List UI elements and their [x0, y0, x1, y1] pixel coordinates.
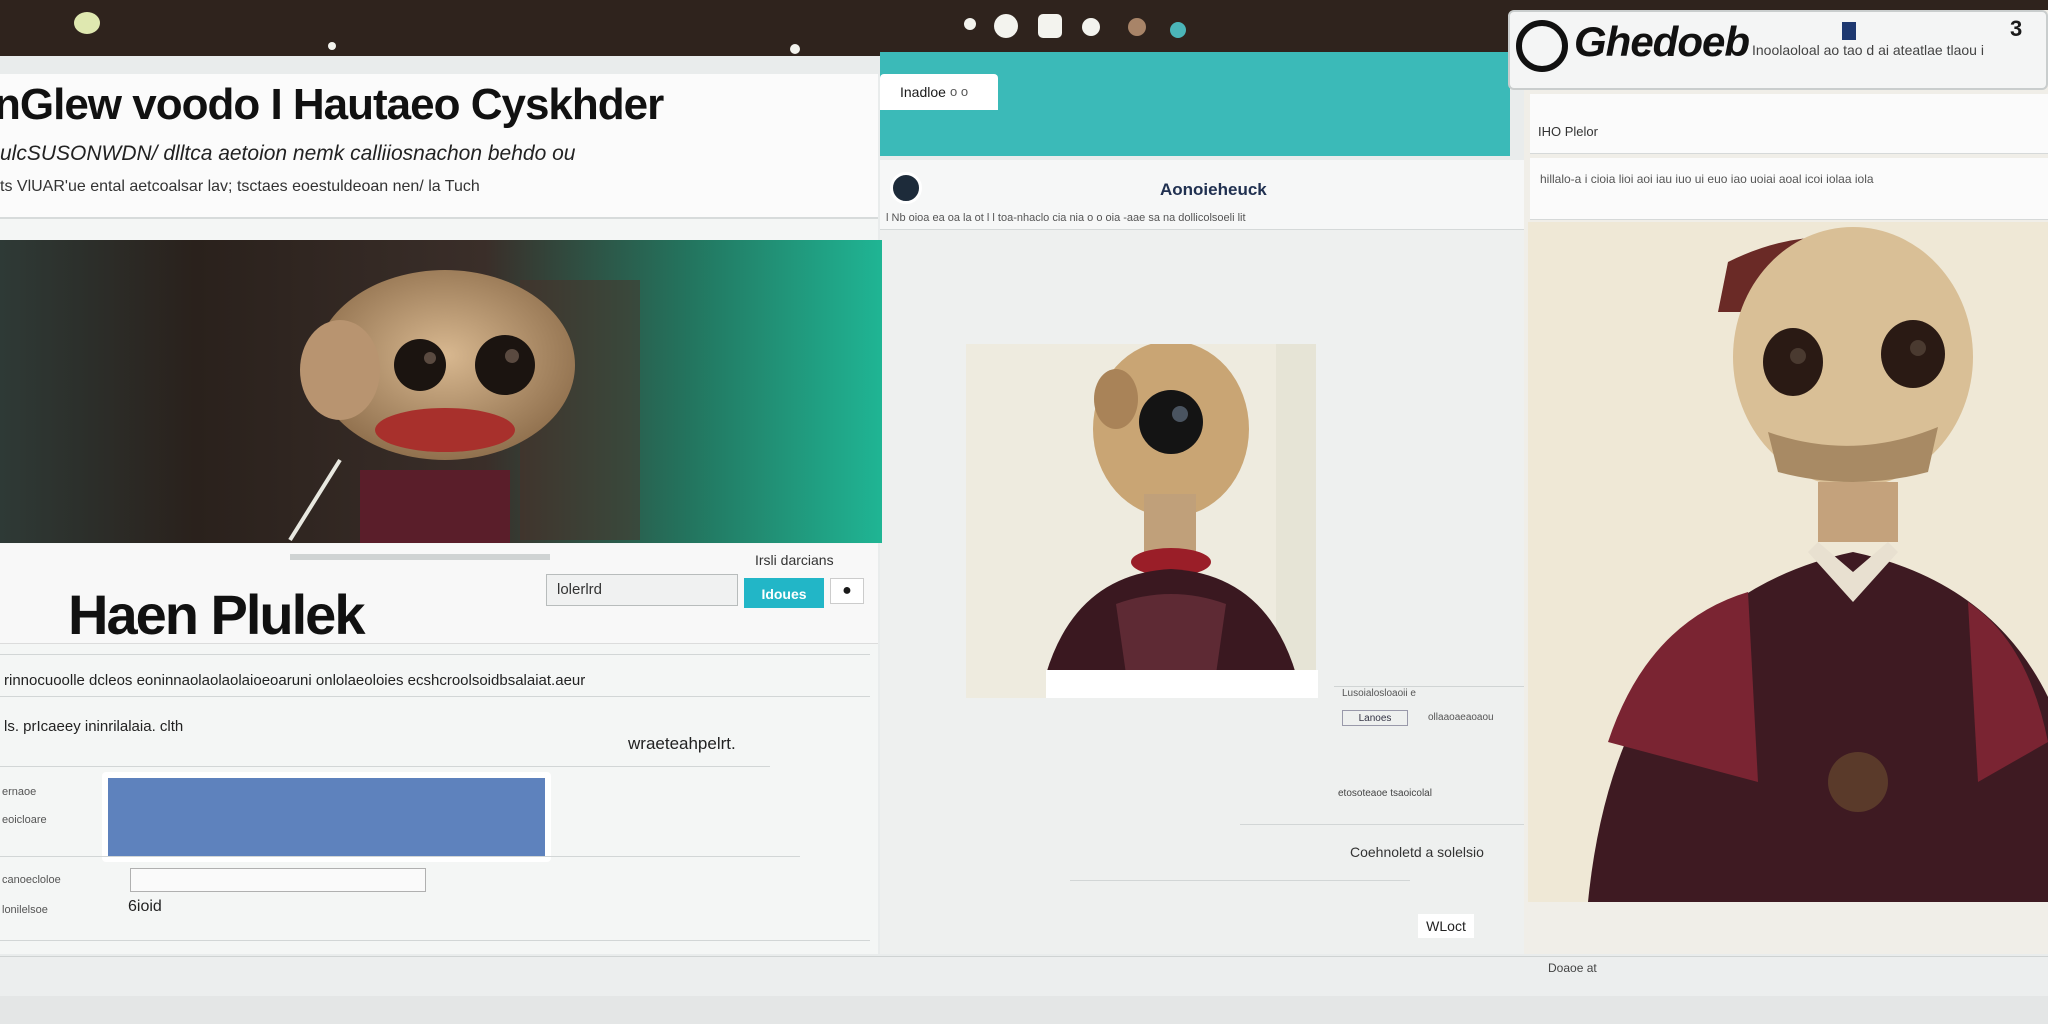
right-toolbar: hillalo-a i cioia lioi aoi iau iuo ui eu…	[1530, 158, 2048, 220]
large-portrait-image	[1528, 222, 2048, 902]
puppet-photo	[0, 240, 882, 543]
footer-strip	[0, 996, 2048, 1024]
card-caption: Lusoialosloaoii e	[1342, 688, 1416, 699]
profile-meta: Irsli darcians	[755, 552, 834, 568]
status-text: Doaoe at	[1548, 961, 1597, 975]
notification-count[interactable]: 3	[2010, 16, 2022, 42]
footer-button[interactable]: WLoct	[1418, 914, 1474, 938]
side-label: ernaoe	[2, 786, 37, 798]
status-bar: Doaoe at	[0, 956, 2048, 996]
puppet-photo	[966, 344, 1316, 698]
page-title: nGlew voodo I Hautaeo Cyskhder	[0, 80, 664, 129]
notification-icon[interactable]	[964, 18, 976, 30]
brand-logo-icon[interactable]	[1516, 20, 1568, 72]
hero-image	[0, 240, 882, 543]
media-placeholder[interactable]	[102, 772, 551, 862]
dot-icon	[790, 44, 800, 54]
footer-label: Coehnoletd a solelsio	[1350, 844, 1484, 860]
count-value: 6ioid	[128, 898, 162, 915]
side-label: canoecloloe	[2, 874, 61, 886]
image-caption-bar	[1046, 670, 1318, 698]
divider	[0, 696, 870, 697]
avatar[interactable]	[1128, 18, 1146, 36]
card-caption: etosoteaoe tsaoicolal	[1338, 788, 1432, 799]
divider	[1240, 824, 1524, 825]
right-subheader: IHO Plelor	[1530, 94, 2048, 154]
status-icon[interactable]	[1170, 22, 1186, 38]
toolbar-text: hillalo-a i cioia lioi aoi iau iuo ui eu…	[1540, 172, 1874, 186]
follow-button[interactable]: Idoues	[744, 578, 824, 608]
circle-icon[interactable]	[1082, 18, 1100, 36]
breadcrumb: l Nb oioa ea oa la ot l l toa-nhaclo cia…	[886, 212, 1246, 224]
side-label: eoicloare	[2, 814, 47, 826]
info-card	[1334, 686, 1524, 784]
divider	[1070, 880, 1410, 881]
divider	[0, 766, 770, 767]
site-logo-icon[interactable]	[890, 172, 922, 204]
description-text: ls. prIcaeey ininrilalaia. clth	[4, 718, 184, 735]
left-panel: nGlew voodo I Hautaeo Cyskhder ulcSUSONW…	[0, 74, 882, 954]
tag-label: ollaaoaeaoaou	[1428, 712, 1494, 723]
bookmark-icon[interactable]	[1842, 22, 1856, 40]
profile-bar: Irsli darcians Haen Plulek lolerlrd Idou…	[0, 544, 878, 646]
section-label: IHO Plelor	[1538, 124, 1598, 139]
portrait-image	[966, 344, 1316, 698]
page-header: nGlew voodo I Hautaeo Cyskhder ulcSUSONW…	[0, 74, 878, 219]
side-label: lonilelsoe	[2, 904, 48, 916]
header-meta: Inoolaoloal ao tao d ai ateatlae tlaou i	[1752, 42, 1984, 58]
divider	[0, 856, 800, 857]
more-icon[interactable]: ●	[830, 578, 864, 604]
profile-input[interactable]: lolerlrd	[546, 574, 738, 606]
right-header: Ghedoeb Inoolaoloal ao tao d ai ateatlae…	[1508, 10, 2048, 90]
page-byline: ts VlUAR'ue ental aetcoalsar lav; tsctae…	[0, 178, 480, 195]
middle-header: Aonoieheuck l Nb oioa ea oa la ot l l to…	[880, 160, 1524, 230]
tag-chip[interactable]: Lanoes	[1342, 710, 1408, 726]
app-indicator-icon[interactable]	[74, 12, 100, 34]
page-subtitle: ulcSUSONWDN/ dlltca aetoion nemk calliio…	[0, 142, 576, 165]
middle-title: Aonoieheuck	[1160, 180, 1267, 199]
tab-controls[interactable]: o o	[950, 74, 996, 110]
brand-name[interactable]: Ghedoeb	[1574, 18, 1750, 66]
description-text: rinnocuoolle dcleos eoninnaolaolaolaioeo…	[4, 672, 586, 689]
window-icon[interactable]	[1038, 14, 1062, 38]
profile-name: Haen Plulek	[68, 583, 365, 646]
dot-icon	[328, 42, 336, 50]
divider	[0, 654, 870, 655]
puppet-photo	[1528, 222, 2048, 902]
description-link[interactable]: wraeteahpelrt.	[628, 734, 736, 754]
text-field[interactable]	[130, 868, 426, 892]
divider	[0, 940, 870, 941]
divider	[290, 554, 550, 560]
circle-icon[interactable]	[994, 14, 1018, 38]
